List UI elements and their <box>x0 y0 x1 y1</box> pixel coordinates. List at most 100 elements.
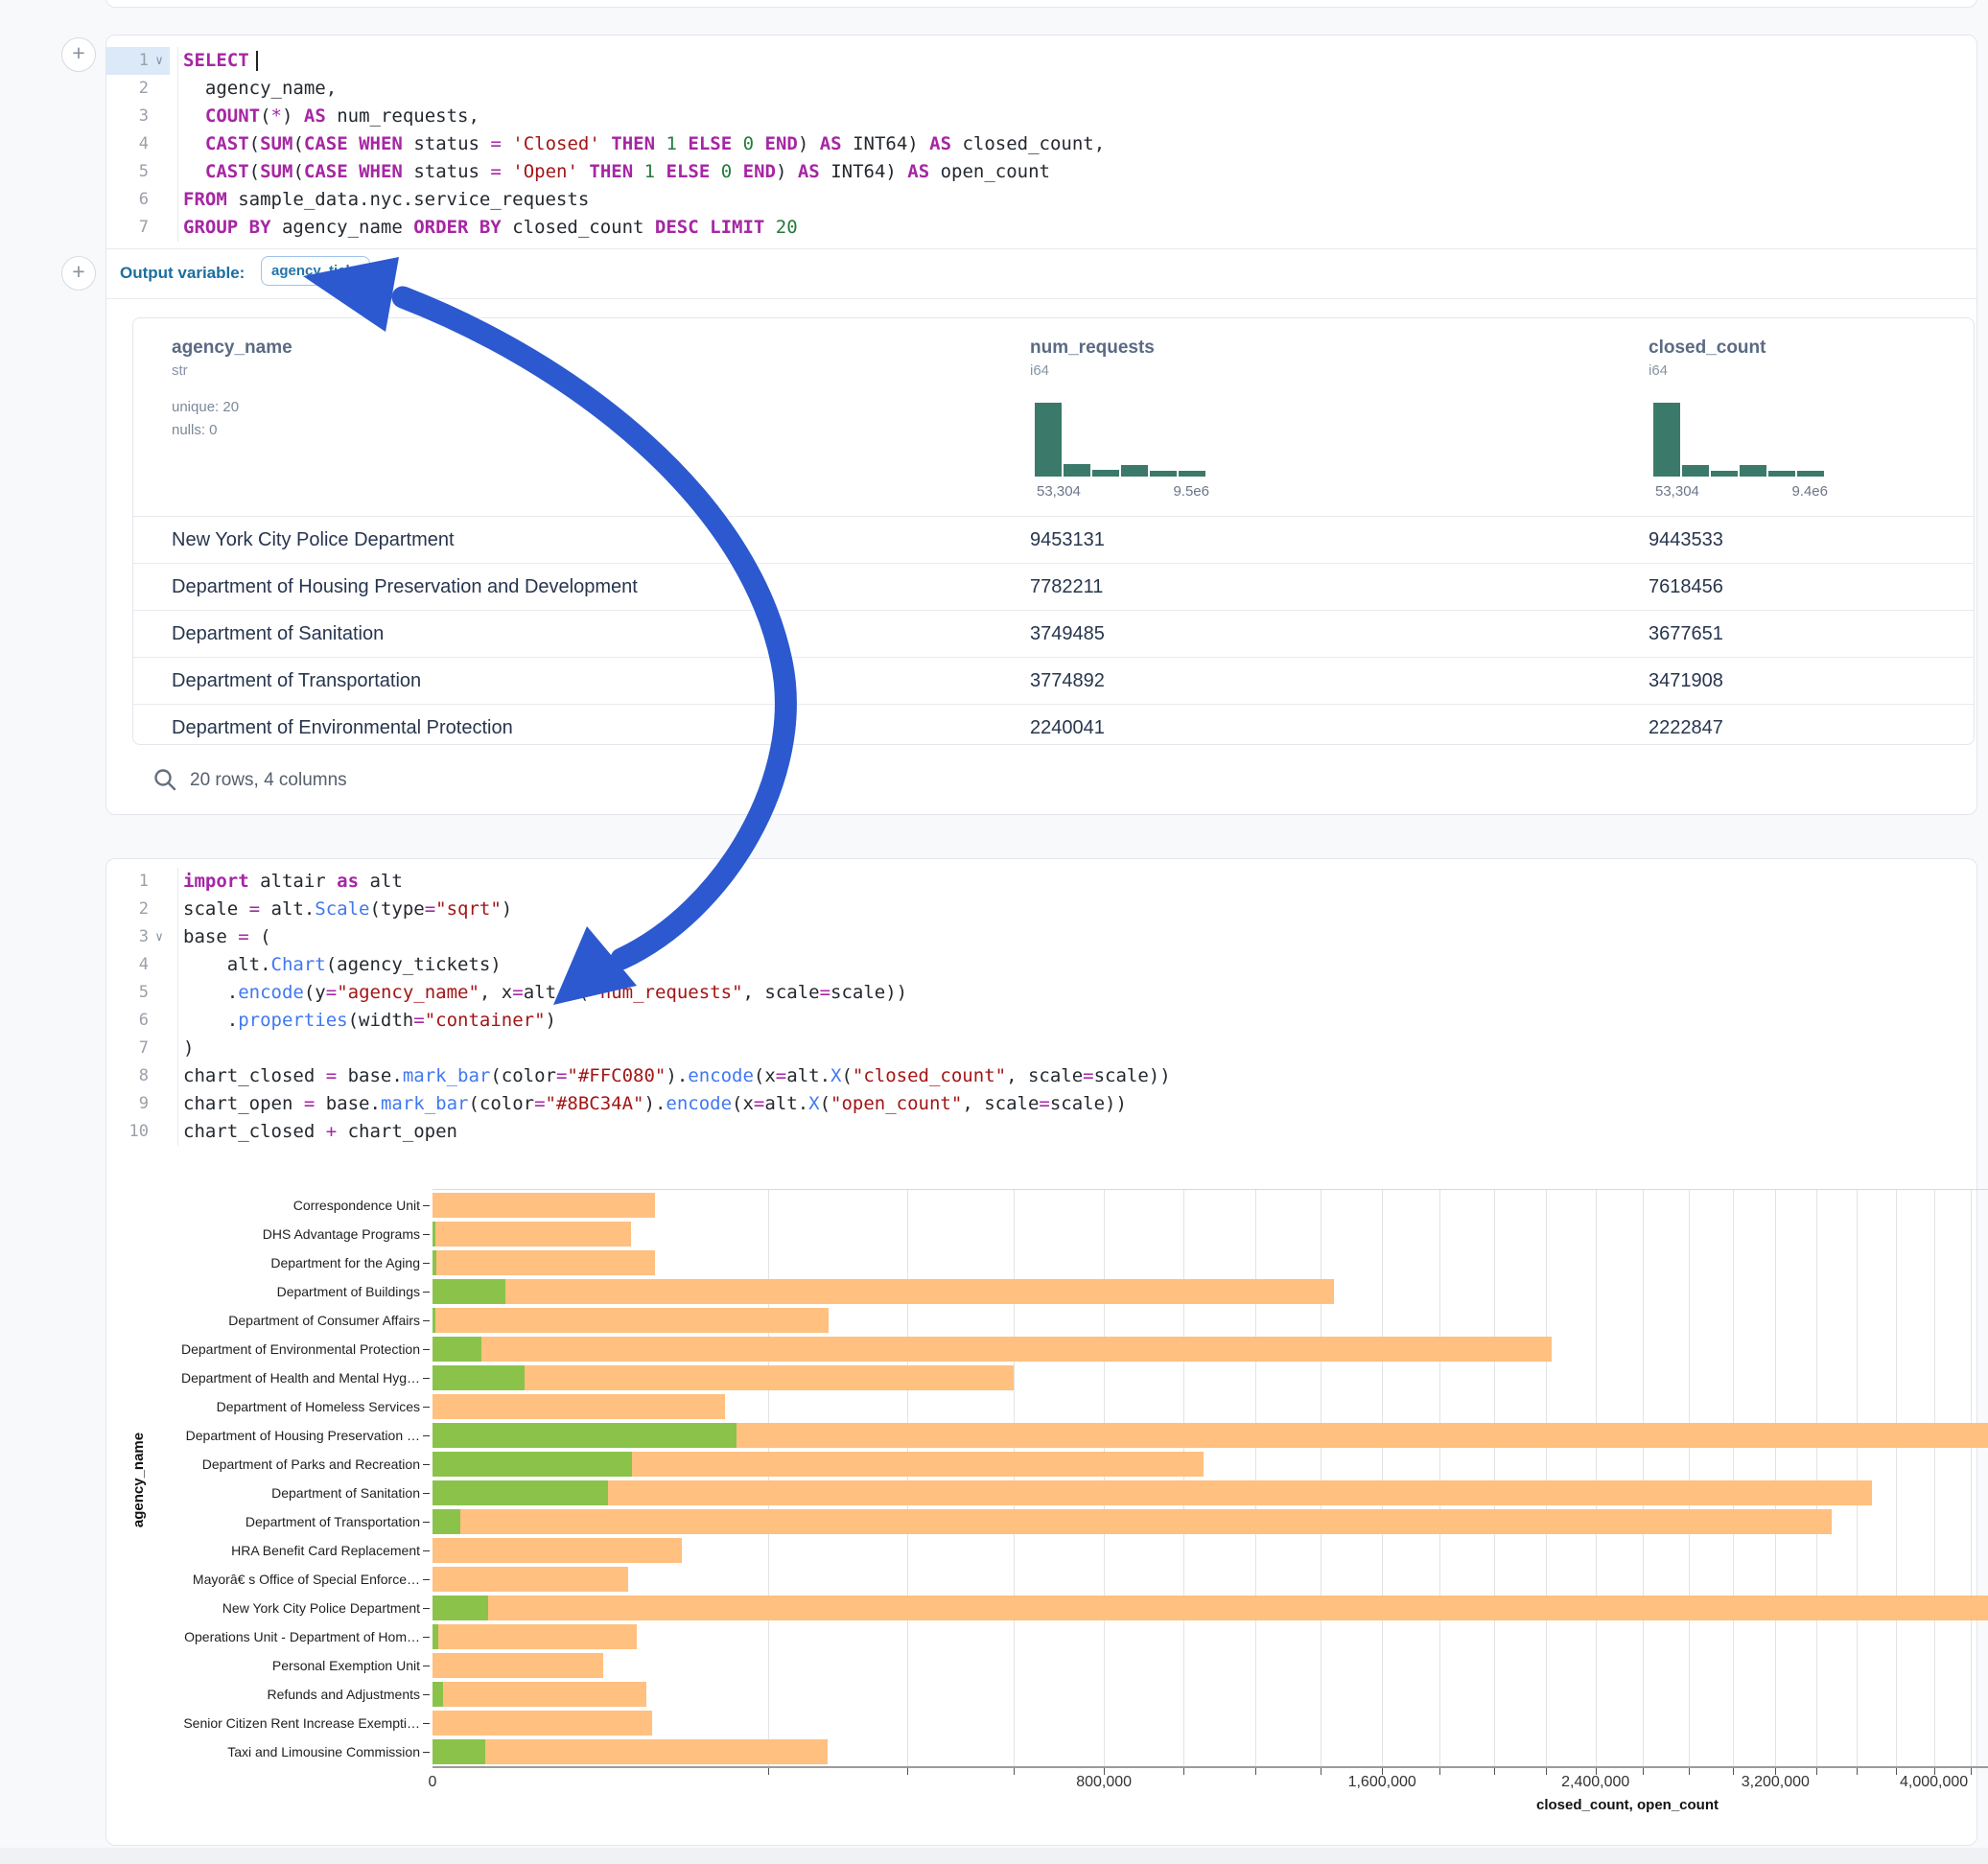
code-line[interactable]: 4 alt.Chart(agency_tickets) <box>106 951 1976 979</box>
line-number: 7 <box>106 214 149 242</box>
histogram-bar <box>1150 471 1177 477</box>
cell-closed-count: 7618456 <box>1649 564 1723 610</box>
line-number: 6 <box>106 1007 149 1035</box>
cell-agency-name: New York City Police Department <box>172 517 455 563</box>
line-number: 1 <box>106 868 149 896</box>
table-row: New York City Police Department 9453131 94… <box>133 516 1974 563</box>
cell-num-requests: 9453131 <box>1030 517 1105 563</box>
code-line[interactable]: 6FROM sample_data.nyc.service_requests <box>106 186 1976 214</box>
table-row: Department of Environmental Protection 22… <box>133 704 1974 751</box>
histogram-bar <box>1711 471 1738 477</box>
code-line[interactable]: 7) <box>106 1035 1976 1062</box>
column-type: i64 <box>1649 362 1668 379</box>
line-number: 4 <box>106 951 149 979</box>
histogram-bar <box>1121 465 1148 477</box>
cell-closed-count: 3677651 <box>1649 611 1723 657</box>
line-number: 9 <box>106 1090 149 1118</box>
histogram-bar <box>1797 471 1824 477</box>
histogram-bar <box>1768 471 1795 477</box>
code-line[interactable]: 6 .properties(width="container") <box>106 1007 1976 1035</box>
cell-num-requests: 3774892 <box>1030 658 1105 704</box>
line-number: 1 <box>106 47 149 75</box>
table-row-count: 20 rows, 4 columns <box>190 770 347 791</box>
code-line[interactable]: 2 agency_name, <box>106 75 1976 103</box>
column-header-closed-count[interactable]: closed_count <box>1649 338 1766 359</box>
sql-code-editor[interactable]: 1∨SELECT2 agency_name,3 COUNT(*) AS num_… <box>106 47 1976 242</box>
line-number: 2 <box>106 896 149 923</box>
code-line[interactable]: 5 CAST(SUM(CASE WHEN status = 'Open' THE… <box>106 158 1976 186</box>
cell-closed-count: 2222847 <box>1649 705 1723 751</box>
python-code-editor[interactable]: 1import altair as alt2scale = alt.Scale(… <box>106 868 1976 1146</box>
cell-agency-name: Department of Transportation <box>172 658 421 704</box>
code-line[interactable]: 7GROUP BY agency_name ORDER BY closed_co… <box>106 214 1976 242</box>
cell-agency-name: Department of Environmental Protection <box>172 705 513 751</box>
line-number: 2 <box>106 75 149 103</box>
histogram-bar <box>1740 465 1766 477</box>
code-line[interactable]: 8chart_closed = base.mark_bar(color="#FF… <box>106 1062 1976 1090</box>
histogram-bar <box>1064 464 1090 477</box>
histogram-min-label: 53,304 <box>1037 483 1081 500</box>
cell-num-requests: 7782211 <box>1030 564 1103 610</box>
histogram-min-label: 53,304 <box>1655 483 1699 500</box>
line-number: 8 <box>106 1062 149 1090</box>
cell-closed-count: 9443533 <box>1649 517 1723 563</box>
python-cell: 1import altair as alt2scale = alt.Scale(… <box>105 858 1977 1846</box>
code-line[interactable]: 3∨base = ( <box>106 923 1976 951</box>
output-variable-label: Output variable: <box>120 264 245 283</box>
cell-closed-count: 3471908 <box>1649 658 1723 704</box>
add-cell-button-top[interactable]: + <box>61 37 96 72</box>
cell-agency-name: Department of Sanitation <box>172 611 384 657</box>
add-cell-button-output[interactable]: + <box>61 256 96 291</box>
histogram-bar <box>1682 465 1709 477</box>
search-icon[interactable] <box>152 767 177 792</box>
code-line[interactable]: 10chart_closed + chart_open <box>106 1118 1976 1146</box>
histogram-max-label: 9.4e6 <box>1751 483 1828 500</box>
line-number: 6 <box>106 186 149 214</box>
code-line[interactable]: 5 .encode(y="agency_name", x=alt.X("num_… <box>106 979 1976 1007</box>
line-number: 3 <box>106 103 149 130</box>
code-line[interactable]: 3 COUNT(*) AS num_requests, <box>106 103 1976 130</box>
line-number: 10 <box>106 1118 149 1146</box>
column-type: i64 <box>1030 362 1049 379</box>
column-meta-unique: unique: 20 <box>172 399 239 415</box>
line-number: 5 <box>106 158 149 186</box>
line-number: 3 <box>106 923 149 951</box>
code-line[interactable]: 1import altair as alt <box>106 868 1976 896</box>
code-line[interactable]: 4 CAST(SUM(CASE WHEN status = 'Closed' T… <box>106 130 1976 158</box>
previous-cell-edge <box>105 0 1977 8</box>
output-variable-pill[interactable]: agency_tickets <box>261 256 370 286</box>
code-line[interactable]: 2scale = alt.Scale(type="sqrt") <box>106 896 1976 923</box>
histogram-bar <box>1092 470 1119 477</box>
sql-cell: 1∨SELECT2 agency_name,3 COUNT(*) AS num_… <box>105 35 1977 815</box>
histogram-bar <box>1179 471 1205 477</box>
page-bottom-gutter <box>0 1848 1988 1864</box>
line-number: 5 <box>106 979 149 1007</box>
table-body: New York City Police Department 9453131 94… <box>133 516 1974 751</box>
histogram-bar <box>1035 403 1062 477</box>
table-row: Department of Housing Preservation and D… <box>133 563 1974 610</box>
code-line[interactable]: 9chart_open = base.mark_bar(color="#8BC3… <box>106 1090 1976 1118</box>
cell-agency-name: Department of Housing Preservation and D… <box>172 564 638 610</box>
cell-num-requests: 2240041 <box>1030 705 1105 751</box>
result-table: agency_name str unique: 20 nulls: 0 num_… <box>132 317 1975 745</box>
histogram-bar <box>1653 403 1680 477</box>
column-header-num-requests[interactable]: num_requests <box>1030 338 1155 359</box>
text-cursor <box>256 51 258 71</box>
column-meta-nulls: nulls: 0 <box>172 422 218 438</box>
column-header-agency-name[interactable]: agency_name <box>172 338 292 359</box>
notebook-page: + + 1∨SELECT2 agency_name,3 COUNT(*) AS … <box>0 0 1988 1864</box>
code-line[interactable]: 1∨SELECT <box>106 47 1976 75</box>
fold-caret-icon[interactable]: ∨ <box>149 47 170 75</box>
num-requests-histogram <box>1035 403 1209 477</box>
cell-num-requests: 3749485 <box>1030 611 1105 657</box>
column-type: str <box>172 362 188 379</box>
line-number: 7 <box>106 1035 149 1062</box>
table-row: Department of Sanitation 3749485 3677651 <box>133 610 1974 657</box>
fold-caret-icon[interactable]: ∨ <box>149 923 170 951</box>
closed-count-histogram <box>1653 403 1828 477</box>
table-row: Department of Transportation 3774892 34719… <box>133 657 1974 704</box>
histogram-max-label: 9.5e6 <box>1133 483 1209 500</box>
line-number: 4 <box>106 130 149 158</box>
divider <box>106 298 1976 299</box>
divider <box>106 248 1976 249</box>
